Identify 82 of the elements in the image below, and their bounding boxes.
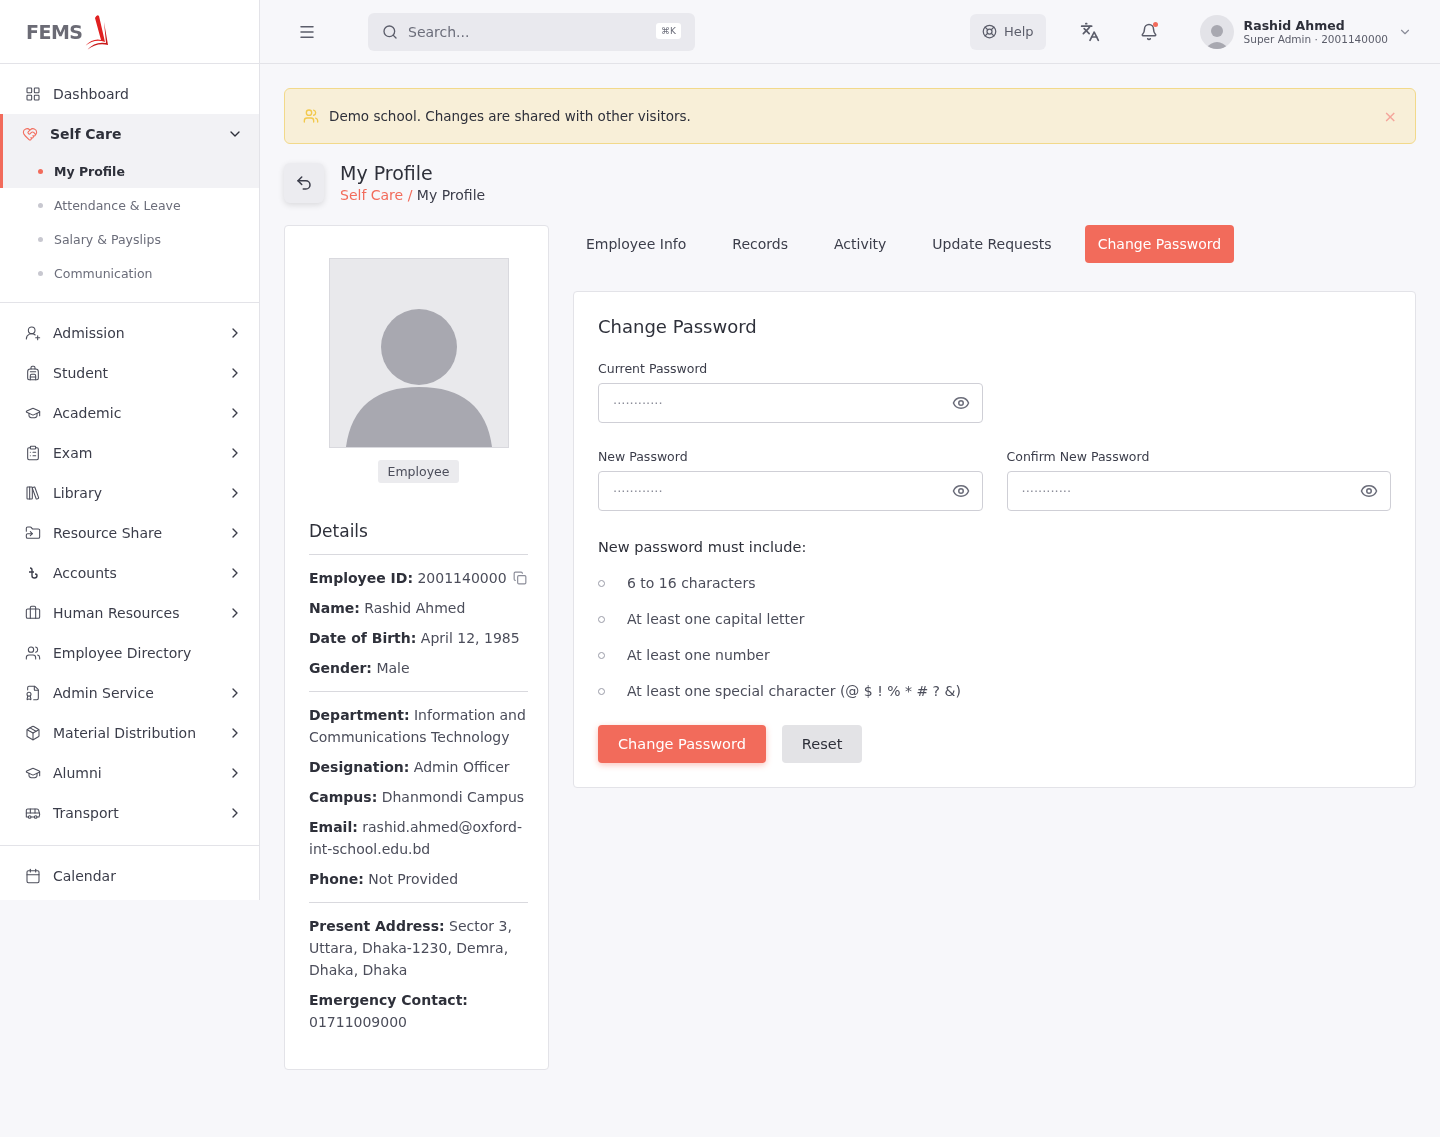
detail-line: Name: Rashid Ahmed <box>309 599 466 618</box>
breadcrumb-current: My Profile <box>416 187 486 203</box>
bus-icon <box>25 805 41 821</box>
rule-text: At least one number <box>627 647 770 663</box>
tab[interactable]: Employee Info <box>573 225 700 263</box>
detail-line: Date of Birth: April 12, 1985 <box>309 629 520 648</box>
sidebar-item[interactable]: Exam <box>0 433 259 473</box>
back-button[interactable] <box>284 162 324 203</box>
backpack-icon <box>25 365 41 381</box>
details-title: Details <box>309 521 528 555</box>
user-role: Super Admin · 2001140000 <box>1243 33 1388 45</box>
user-name: Rashid Ahmed <box>1243 18 1346 33</box>
user-plus-icon <box>25 325 41 341</box>
detail-line: Phone: Not Provided <box>309 870 459 889</box>
password-field[interactable]: ············ <box>598 383 983 423</box>
detail-line: Designation: Admin Officer <box>309 758 510 777</box>
field-label: New Password <box>598 449 689 464</box>
sidebar-subitem[interactable]: Attendance & Leave <box>0 188 259 222</box>
eye-icon[interactable] <box>951 482 970 500</box>
tab[interactable]: Records <box>719 225 801 263</box>
logo[interactable]: FEMS <box>26 11 109 52</box>
box-icon <box>25 725 41 741</box>
graduation-cap-icon <box>25 405 41 421</box>
password-field[interactable]: ············ <box>1006 471 1391 511</box>
sidebar-item[interactable]: Student <box>0 353 259 393</box>
notice-text: Demo school. Changes are shared with other visitors. <box>329 108 691 124</box>
return-arrow-icon <box>295 173 313 192</box>
sidebar-subitem[interactable]: Communication <box>0 256 259 290</box>
password-field[interactable]: ············ <box>598 471 983 511</box>
sidebar-item[interactable]: Admission <box>0 313 259 353</box>
eye-icon[interactable] <box>1360 482 1378 500</box>
folder-icon <box>25 525 41 541</box>
certificate-icon <box>25 685 41 701</box>
briefcase-icon <box>25 605 41 621</box>
graduation-cap-icon <box>25 765 41 781</box>
page-title: My Profile <box>340 162 434 184</box>
rules-title: New password must include: <box>598 539 808 555</box>
sidebar-item[interactable]: Human Resources <box>0 593 259 633</box>
calendar-icon <box>25 868 41 884</box>
sidebar-subitem[interactable]: Salary & Payslips <box>0 222 259 256</box>
field-label: Confirm New Password <box>1006 449 1151 464</box>
detail-line: Email: rashid.ahmed@oxford-int-school.edu.bd <box>309 818 523 859</box>
sidebar-item[interactable]: Admin Service <box>0 673 259 713</box>
users-icon <box>25 645 41 661</box>
role-badge: Employee <box>377 460 460 483</box>
detail-line: Campus: Dhanmondi Campus <box>309 788 525 807</box>
sidebar-subitem[interactable]: My Profile <box>0 154 259 188</box>
breadcrumb-separator: / <box>406 187 414 203</box>
bell-icon <box>1139 22 1158 41</box>
sidebar-item[interactable]: Academic <box>0 393 259 433</box>
reset-button[interactable]: Reset <box>781 725 863 763</box>
translate-icon <box>1079 21 1100 42</box>
sidebar-item[interactable]: Self Care <box>0 114 259 154</box>
detail-line: Gender: Male <box>309 659 410 678</box>
sidebar-item[interactable]: Transport <box>0 793 259 833</box>
help-button[interactable]: Help <box>969 13 1046 50</box>
detail-line: Employee ID: 2001140000 <box>309 569 507 588</box>
sidebar-item[interactable]: Accounts <box>0 553 259 593</box>
clipboard-icon <box>25 445 41 461</box>
rule-text: At least one capital letter <box>627 611 805 627</box>
form-title: Change Password <box>598 316 758 337</box>
tab[interactable]: Update Requests <box>919 225 1065 263</box>
sidebar-item[interactable]: Material Distribution <box>0 713 259 753</box>
grid-icon <box>25 86 41 102</box>
sidebar-item[interactable]: Resource Share <box>0 513 259 553</box>
rule-text: At least one special character (@ $ ! % * # ? &) <box>627 683 961 699</box>
detail-line: Emergency Contact: 01711009000 <box>309 991 469 1032</box>
eye-icon[interactable] <box>951 394 970 412</box>
sidebar-item[interactable]: Employee Directory <box>0 633 259 673</box>
tab[interactable]: Activity <box>820 225 900 263</box>
sidebar-item[interactable]: Calendar <box>0 856 259 896</box>
detail-line: Present Address: Sector 3, Uttara, Dhaka-1230, Demra, Dhaka, Dhaka <box>309 917 513 980</box>
sidebar-item[interactable]: Library <box>0 473 259 513</box>
field-label: Current Password <box>598 361 709 376</box>
users-icon <box>303 108 319 124</box>
sidebar-item[interactable]: Alumni <box>0 753 259 793</box>
detail-line: Department: Information and Communications Technology <box>309 706 527 747</box>
lifebuoy-icon <box>981 24 997 39</box>
copy-icon[interactable] <box>512 571 527 585</box>
sidebar-item[interactable]: Dashboard <box>0 74 259 114</box>
rule-text: 6 to 16 characters <box>627 575 756 591</box>
books-icon <box>25 485 41 501</box>
